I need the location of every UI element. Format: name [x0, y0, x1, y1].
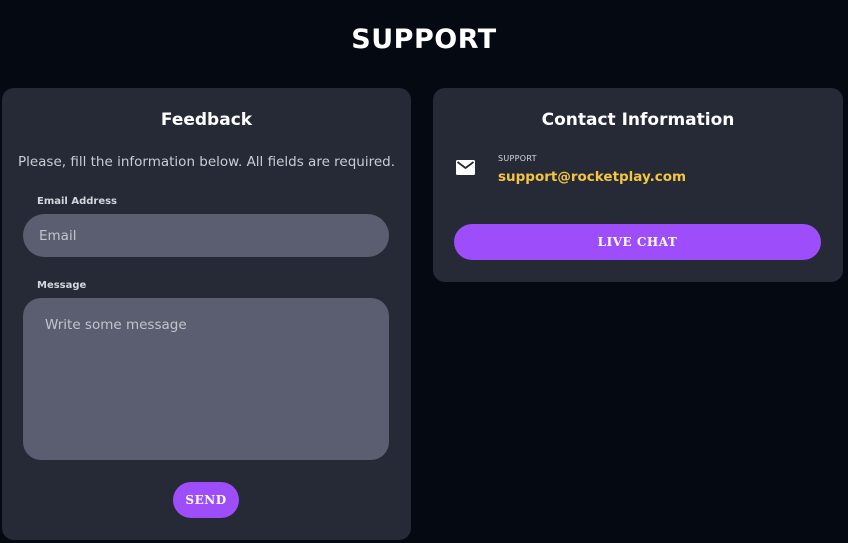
mail-icon: [456, 160, 475, 175]
email-label: Email Address: [37, 196, 118, 207]
feedback-title: Feedback: [160, 110, 253, 130]
live-chat-button[interactable]: LIVE CHAT: [454, 224, 821, 260]
message-textarea[interactable]: [23, 298, 389, 460]
contact-title: Contact Information: [541, 110, 735, 130]
send-button[interactable]: SEND: [173, 482, 239, 518]
support-email-link[interactable]: support@rocketplay.com: [498, 169, 686, 185]
feedback-card: Feedback Please, fill the information be…: [2, 88, 411, 540]
email-input[interactable]: [23, 214, 389, 257]
message-label: Message: [37, 280, 87, 291]
page-title: SUPPORT: [351, 24, 497, 55]
support-label: SUPPORT: [498, 154, 537, 163]
support-page: SUPPORT Feedback Please, fill the inform…: [0, 0, 848, 543]
contact-card: Contact Information SUPPORT support@rock…: [433, 88, 843, 282]
feedback-instructions: Please, fill the information below. All …: [17, 154, 396, 170]
